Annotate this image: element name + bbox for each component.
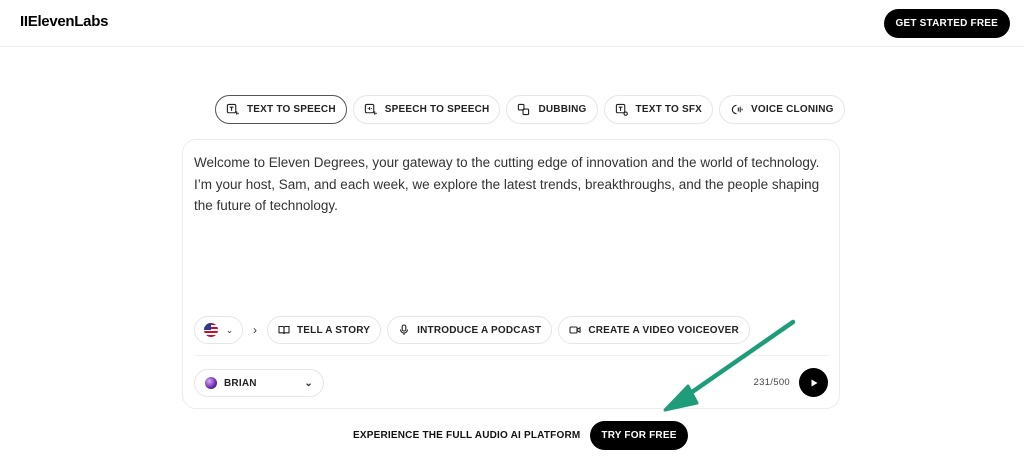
card-divider — [194, 355, 830, 356]
character-counter: 231/500 — [753, 377, 790, 388]
tab-label: SPEECH TO SPEECH — [384, 104, 490, 115]
top-bar: IIElevenLabs GET STARTED FREE — [0, 0, 1024, 47]
product-tabs: TEXT TO SPEECH SPEECH TO SPEECH DUBBING … — [215, 95, 845, 124]
chevron-down-icon: ⌄ — [304, 377, 313, 389]
tab-label: TEXT TO SFX — [635, 104, 703, 115]
cta-text: EXPERIENCE THE FULL AUDIO AI PLATFORM — [353, 430, 581, 441]
tab-voice-cloning[interactable]: VOICE CLONING — [719, 95, 845, 124]
logo[interactable]: IIElevenLabs — [20, 13, 108, 30]
text-to-speech-card: Welcome to Eleven Degrees, your gateway … — [182, 139, 840, 409]
tell-a-story-button[interactable]: TELL A STORY — [267, 316, 382, 344]
tab-text-to-speech[interactable]: TEXT TO SPEECH — [215, 95, 347, 124]
voice-cloning-icon — [731, 104, 743, 115]
voice-avatar — [205, 377, 217, 389]
play-icon — [811, 379, 817, 386]
dubbing-icon — [518, 103, 530, 116]
script-textarea[interactable]: Welcome to Eleven Degrees, your gateway … — [194, 152, 824, 217]
speech-to-speech-icon — [364, 103, 377, 115]
tab-text-to-sfx[interactable]: TEXT TO SFX — [603, 95, 714, 124]
chevron-right-icon[interactable]: › — [253, 323, 257, 337]
sfx-icon — [615, 103, 628, 116]
introduce-a-podcast-button[interactable]: INTRODUCE A PODCAST — [387, 316, 553, 344]
create-a-video-voiceover-button[interactable]: CREATE A VIDEO VOICEOVER — [558, 316, 750, 344]
book-icon — [278, 325, 290, 335]
tab-label: DUBBING — [538, 104, 587, 115]
microphone-icon — [400, 324, 409, 335]
us-flag-icon — [203, 323, 218, 337]
chip-label: INTRODUCE A PODCAST — [417, 324, 542, 336]
tab-label: TEXT TO SPEECH — [247, 104, 336, 115]
voice-selector[interactable]: BRIAN ⌄ — [194, 369, 324, 397]
chip-label: CREATE A VIDEO VOICEOVER — [588, 324, 739, 336]
play-button[interactable] — [799, 368, 828, 397]
tab-dubbing[interactable]: DUBBING — [506, 95, 598, 124]
chip-label: TELL A STORY — [297, 324, 371, 336]
tab-speech-to-speech[interactable]: SPEECH TO SPEECH — [352, 95, 501, 124]
chevron-down-icon: ⌄ — [225, 324, 234, 335]
voice-name: BRIAN — [224, 377, 257, 389]
text-to-speech-icon — [226, 103, 239, 115]
suggestion-row: ⌄ › TELL A STORY INTRODUCE A PODCAST CRE… — [194, 316, 750, 344]
platform-cta: EXPERIENCE THE FULL AUDIO AI PLATFORM TR… — [353, 421, 688, 450]
video-camera-icon — [569, 326, 581, 334]
language-selector[interactable]: ⌄ — [194, 316, 243, 344]
try-for-free-button[interactable]: TRY FOR FREE — [590, 421, 688, 450]
tab-label: VOICE CLONING — [751, 104, 834, 115]
get-started-free-button[interactable]: GET STARTED FREE — [883, 9, 1010, 38]
